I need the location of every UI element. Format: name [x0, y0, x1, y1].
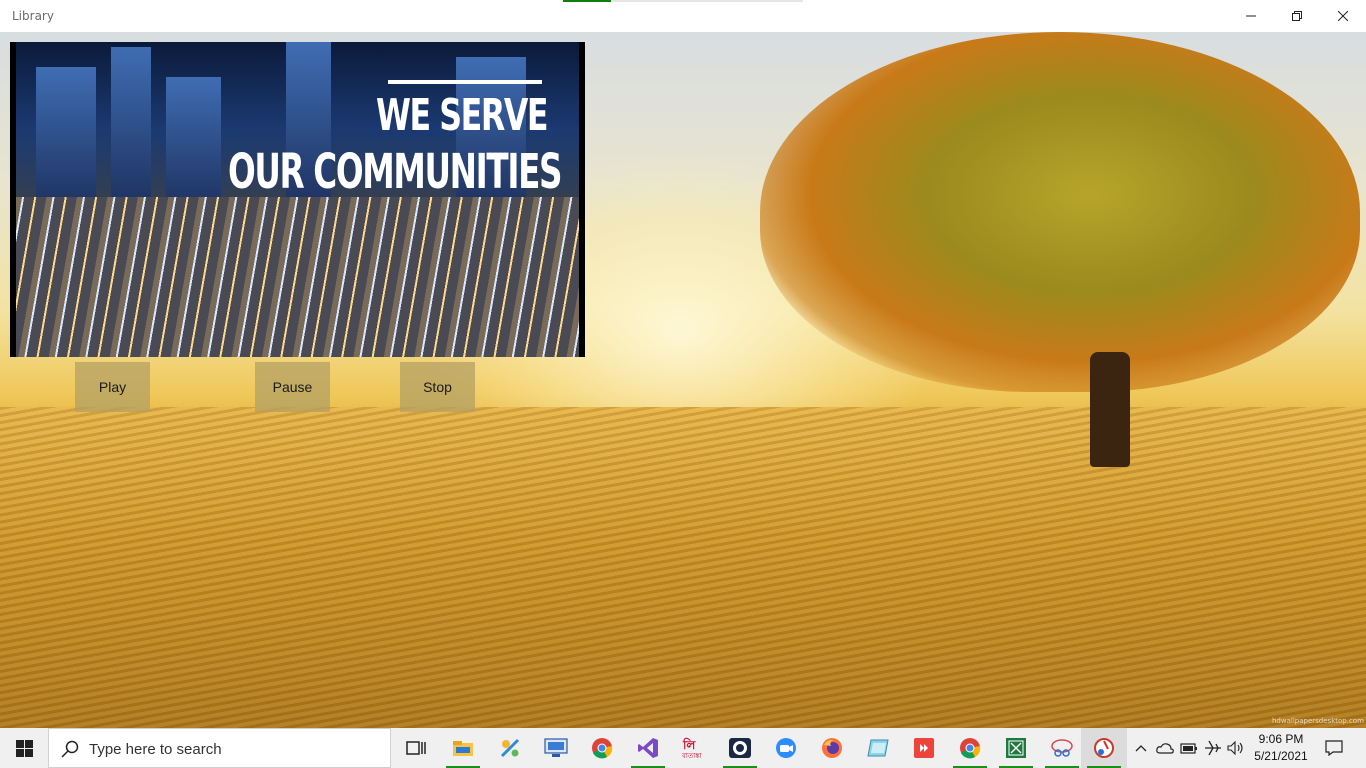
media-player[interactable]: WE SERVE OUR COMMUNITIES — [10, 42, 585, 357]
loading-progress-bar — [563, 0, 803, 2]
firefox-icon[interactable] — [809, 728, 855, 768]
close-icon — [1338, 11, 1348, 21]
show-hidden-icons-chevron-up-icon[interactable] — [1130, 728, 1152, 768]
onedrive-cloud-icon[interactable] — [1153, 728, 1177, 768]
building — [111, 47, 151, 217]
visual-studio-icon[interactable] — [625, 728, 671, 768]
minimize-icon — [1246, 15, 1256, 17]
taskbar: Type here to search লি বাতাঙ্কা 9:06 PM … — [0, 728, 1366, 768]
camera-app-icon[interactable] — [717, 728, 763, 768]
loading-progress-fill — [563, 0, 611, 2]
restore-button[interactable] — [1274, 0, 1320, 32]
chrome-alt-icon[interactable] — [947, 728, 993, 768]
headline-line2: OUR COMMUNITIES — [228, 144, 563, 200]
remote-desktop-icon[interactable] — [533, 728, 579, 768]
wheat-field — [0, 407, 1366, 728]
system-clock[interactable]: 9:06 PM 5/21/2021 — [1246, 731, 1316, 765]
file-explorer-icon[interactable] — [440, 728, 486, 768]
stop-button[interactable]: Stop — [400, 362, 475, 412]
taskbar-search-box[interactable]: Type here to search — [48, 728, 391, 768]
highway-lights — [16, 197, 579, 357]
tool-icon[interactable] — [487, 728, 533, 768]
search-placeholder: Type here to search — [89, 741, 222, 758]
svg-text:বাতাঙ্কা: বাতাঙ্কা — [681, 752, 703, 760]
restore-icon — [1292, 11, 1302, 21]
bengali-app-icon[interactable]: লি বাতাঙ্কা — [671, 728, 717, 768]
video-frame: WE SERVE OUR COMMUNITIES — [16, 42, 579, 357]
title-bar: Library — [0, 0, 1366, 32]
zoom-icon[interactable] — [763, 728, 809, 768]
play-button[interactable]: Play — [75, 362, 150, 412]
minimize-button[interactable] — [1228, 0, 1274, 32]
svg-text:লি: লি — [682, 737, 696, 752]
window-title: Library — [12, 9, 54, 23]
chrome-icon[interactable] — [579, 728, 625, 768]
search-icon — [61, 740, 79, 763]
start-button[interactable] — [0, 728, 48, 768]
close-button[interactable] — [1320, 0, 1366, 32]
anydesk-icon[interactable] — [901, 728, 947, 768]
tree-trunk — [1090, 352, 1130, 467]
building — [36, 67, 96, 217]
wallpaper-watermark: hdwallpapersdesktop.com — [1272, 717, 1364, 725]
snipping-icon[interactable] — [1039, 728, 1085, 768]
library-app-icon[interactable] — [1081, 728, 1127, 768]
headline-rule — [388, 80, 542, 84]
clock-date: 5/21/2021 — [1254, 749, 1308, 763]
task-view-icon[interactable] — [393, 728, 439, 768]
volume-icon[interactable] — [1225, 728, 1247, 768]
headline-line1: WE SERVE — [376, 90, 549, 141]
excel-icon[interactable] — [993, 728, 1039, 768]
notification-icon — [1325, 740, 1343, 756]
notes-icon[interactable] — [855, 728, 901, 768]
windows-logo-icon — [15, 739, 33, 757]
action-center-button[interactable] — [1316, 728, 1352, 768]
tree-canopy — [760, 32, 1360, 392]
building — [166, 77, 221, 217]
pause-button[interactable]: Pause — [255, 362, 330, 412]
battery-icon[interactable] — [1177, 728, 1201, 768]
clock-time: 9:06 PM — [1258, 732, 1304, 746]
airplane-mode-icon[interactable] — [1201, 728, 1225, 768]
